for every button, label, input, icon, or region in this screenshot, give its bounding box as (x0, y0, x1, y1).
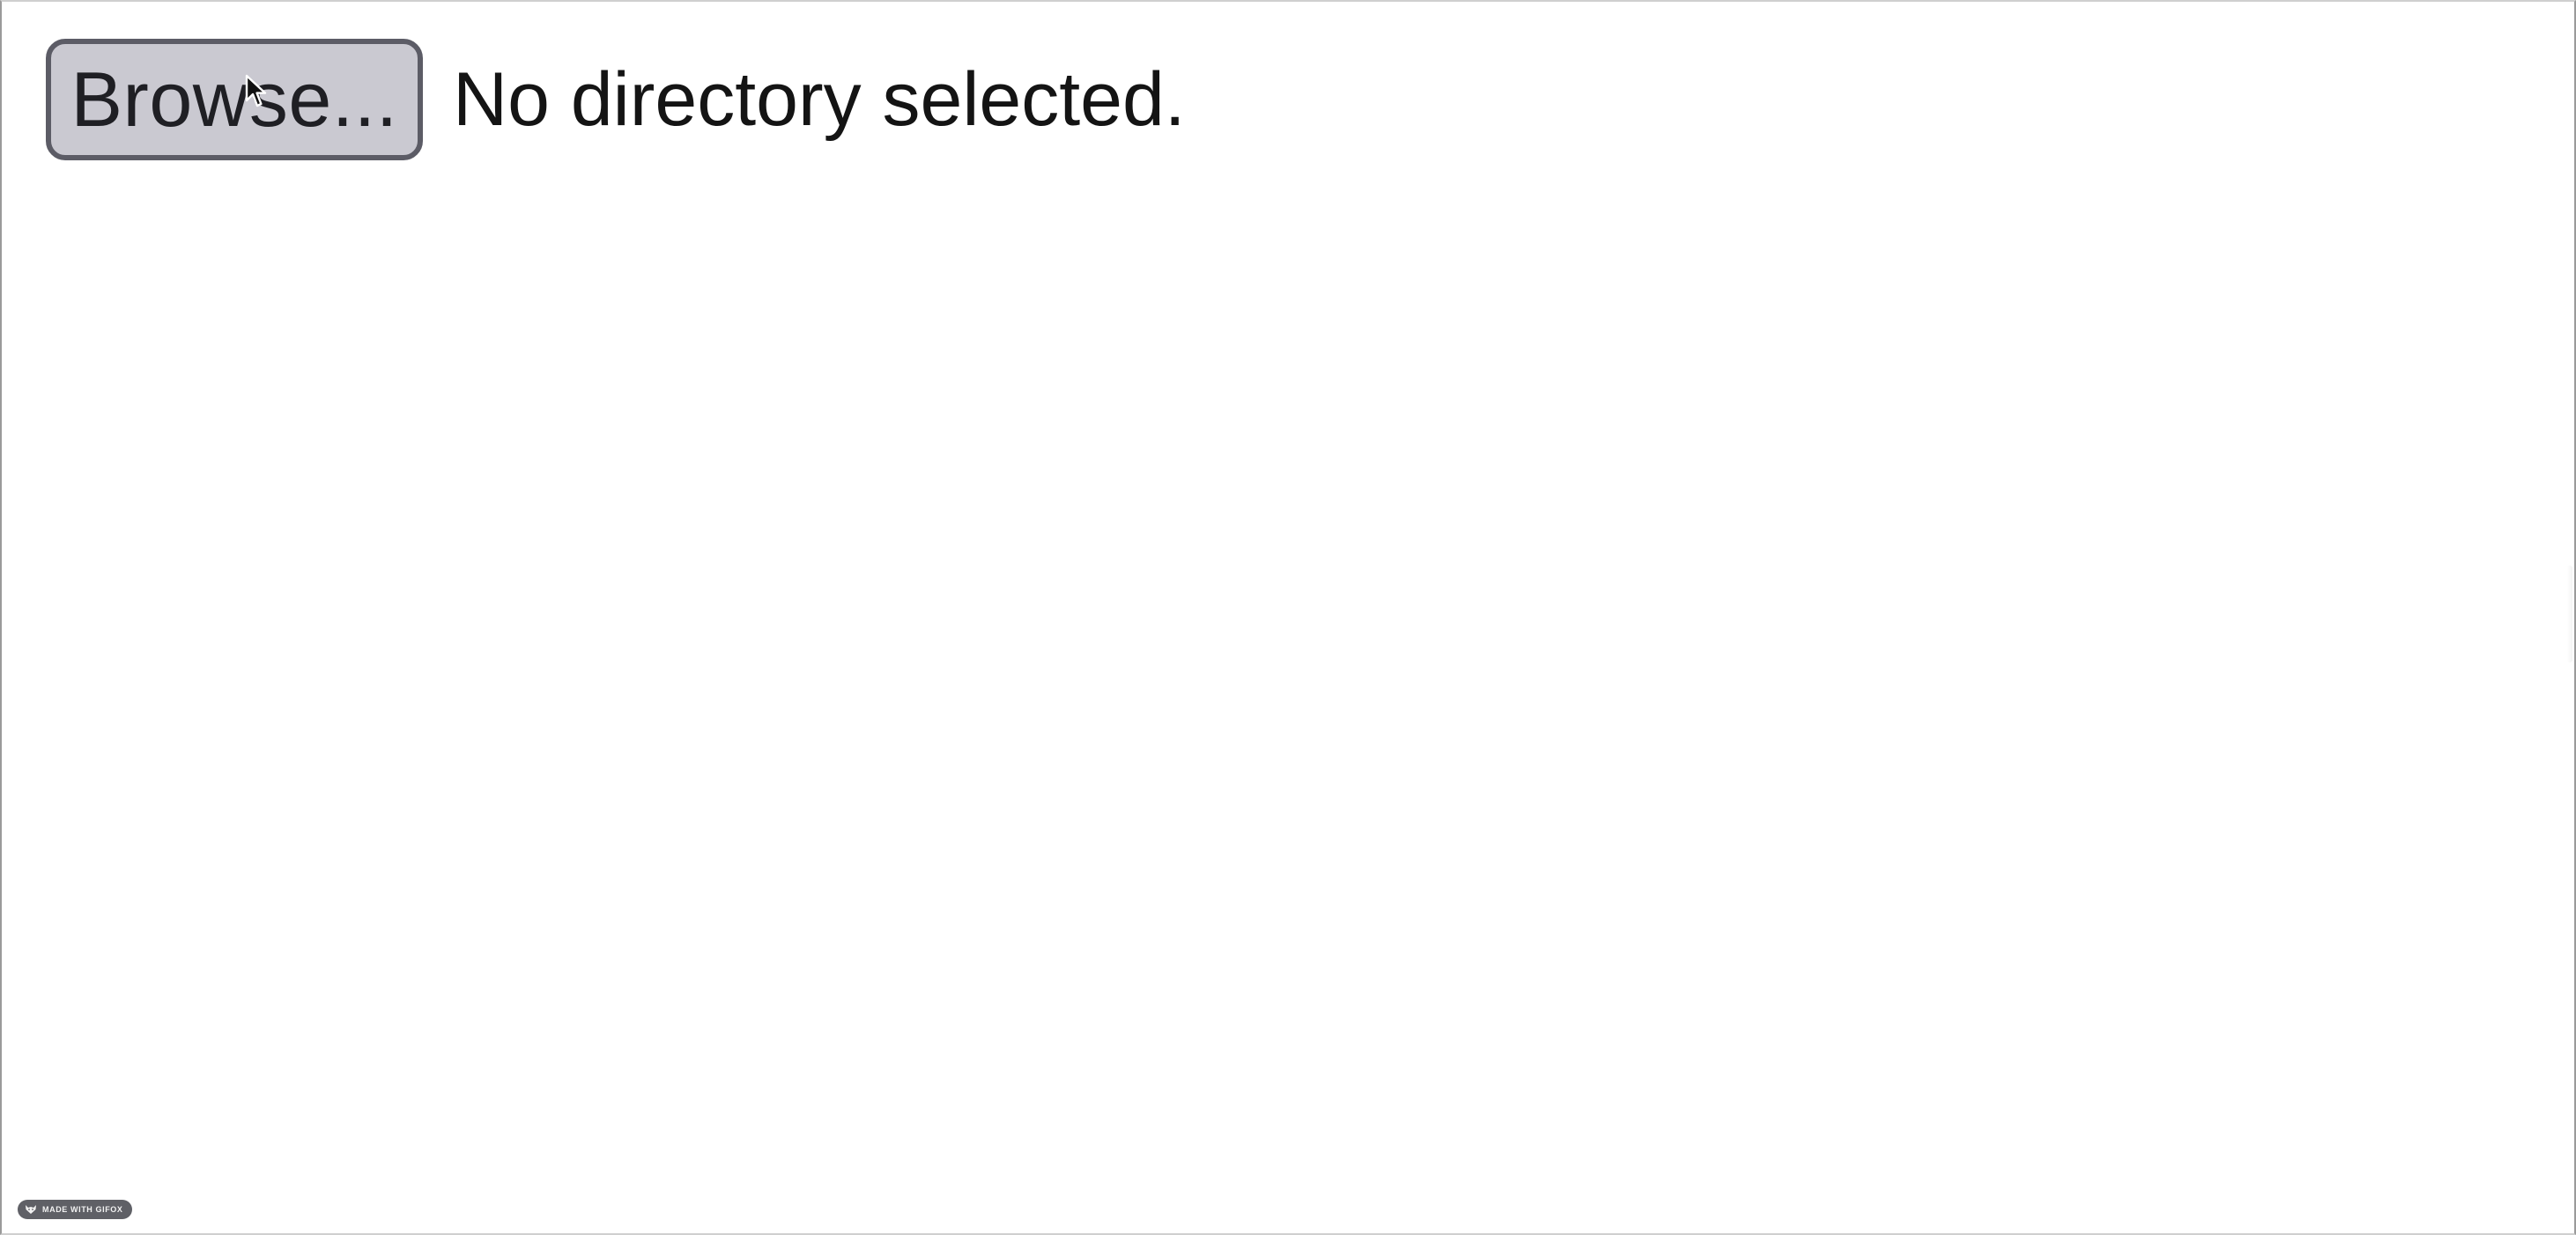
gifox-badge-label: MADE WITH GIFOX (42, 1205, 123, 1214)
scrollbar-hint (2567, 566, 2572, 662)
directory-picker: Browse... No directory selected. (46, 39, 1186, 160)
browse-button[interactable]: Browse... (46, 39, 423, 160)
browser-viewport: Browse... No directory selected. MADE WI… (0, 0, 2576, 1235)
browse-button-label: Browse... (70, 55, 398, 143)
gifox-badge: MADE WITH GIFOX (18, 1200, 132, 1219)
fox-icon (26, 1205, 36, 1214)
directory-status-text: No directory selected. (453, 56, 1186, 142)
